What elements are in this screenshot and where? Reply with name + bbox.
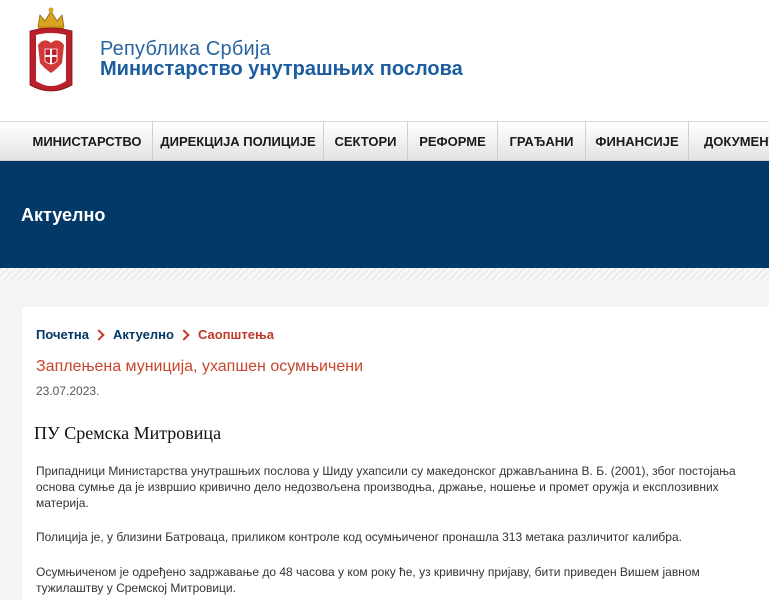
ministry-name[interactable]: Министарство унутрашњих послова — [100, 58, 463, 81]
breadcrumb: Почетна Актуелно Саопштења — [36, 327, 274, 342]
nav-item-sectors[interactable]: СЕКТОРИ — [323, 122, 407, 160]
coat-of-arms-icon[interactable] — [26, 5, 76, 99]
section-title: Актуелно — [21, 205, 106, 225]
section-banner: Актуелно — [0, 161, 769, 268]
article-card: Почетна Актуелно Саопштења Заплењена мун… — [22, 307, 769, 600]
chevron-right-icon — [93, 328, 105, 341]
article-date: 23.07.2023. — [36, 384, 100, 398]
nav-item-reforms[interactable]: РЕФОРМЕ — [407, 122, 497, 160]
breadcrumb-home[interactable]: Почетна — [36, 327, 89, 342]
article-subtitle: ПУ Сремска Митровица — [34, 423, 222, 443]
article-paragraph: Припадници Министарства унутрашњих посло… — [36, 464, 736, 510]
chevron-right-icon — [178, 328, 190, 341]
site-header: Република Србија Министарство унутрашњих… — [0, 0, 769, 121]
article-paragraph: Осумњиченом је одређено задржавање до 48… — [36, 565, 700, 595]
nav-item-ministry[interactable]: МИНИСТАРСТВО — [22, 122, 152, 160]
breadcrumb-news[interactable]: Актуелно — [113, 327, 174, 342]
nav-item-documents[interactable]: ДОКУМЕНТ — [688, 122, 769, 160]
nav-item-citizens[interactable]: ГРАЂАНИ — [497, 122, 585, 160]
article-title: Заплењена муниција, ухапшен осумњичени — [36, 358, 363, 375]
nav-item-finances[interactable]: ФИНАНСИЈЕ — [585, 122, 688, 160]
article-paragraph: Полиција је, у близини Батроваца, прилик… — [36, 530, 682, 544]
decorative-stripe — [0, 268, 769, 280]
breadcrumb-announcements[interactable]: Саопштења — [198, 327, 274, 342]
nav-item-police-directorate[interactable]: ДИРЕКЦИЈА ПОЛИЦИЈЕ — [152, 122, 323, 160]
main-navigation: МИНИСТАРСТВО ДИРЕКЦИЈА ПОЛИЦИЈЕ СЕКТОРИ … — [0, 121, 769, 161]
